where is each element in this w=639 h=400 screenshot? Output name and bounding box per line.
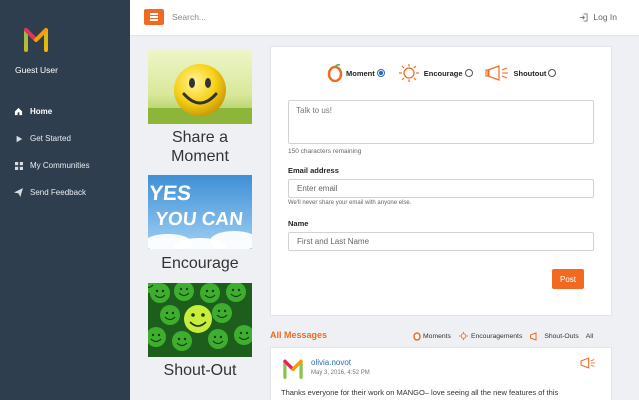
radio-shoutout[interactable] (548, 69, 557, 77)
message-filters: Moments Encouragements Shout-Outs All (413, 331, 600, 341)
mango-logo[interactable] (24, 26, 48, 52)
encourage-card[interactable]: YES YOU CAN Encourage (148, 175, 252, 273)
sun-icon (458, 331, 469, 341)
filter-all[interactable]: All (586, 333, 594, 340)
type-option-shoutout[interactable]: Shoutout (484, 65, 557, 81)
filter-shout-outs[interactable]: Shout-Outs (529, 331, 579, 341)
type-label: Moment (346, 68, 375, 78)
filter-encouragements[interactable]: Encouragements (458, 331, 522, 341)
card-label-line: Share a (171, 129, 229, 146)
sidebar-item-label: Home (30, 107, 53, 116)
hamburger-line (150, 16, 158, 18)
post-type-selector: Moment Encourage Shoutout (327, 63, 568, 83)
filter-label: Shout-Outs (544, 332, 579, 340)
filter-moments[interactable]: Moments (413, 331, 451, 341)
type-label: Encourage (423, 68, 463, 78)
moment-icon (327, 64, 343, 82)
megaphone-icon (530, 331, 537, 341)
email-help-text: We'll never share your email with anyone… (288, 200, 412, 206)
sidebar-nav: Home Get Started My Communities Send Fee… (0, 98, 130, 206)
card-label: Encourage (161, 255, 239, 272)
send-icon (14, 188, 23, 197)
name-field[interactable] (288, 232, 594, 251)
home-icon (14, 107, 23, 116)
sidebar-item-label: My Communities (30, 161, 90, 170)
message-text: Thanks everyone for their work on MANGO–… (281, 388, 559, 397)
sidebar-item-send-feedback[interactable]: Send Feedback (0, 179, 130, 206)
type-option-moment[interactable]: Moment (327, 64, 385, 82)
green-smileys-image (148, 283, 252, 357)
post-form-panel: Moment Encourage Shoutout Talk to us! 15… (270, 46, 612, 316)
post-button[interactable]: Post (552, 269, 584, 289)
message-card: olivia.novot May 3, 2016, 4:52 PM Thanks… (270, 347, 612, 400)
sidebar-item-label: Get Started (30, 134, 71, 143)
type-option-encourage[interactable]: Encourage (397, 63, 473, 83)
card-label: Shout-Out (163, 362, 237, 379)
play-icon (14, 134, 23, 143)
hamburger-line (150, 19, 158, 21)
sidebar-item-my-communities[interactable]: My Communities (0, 152, 130, 179)
radio-encourage[interactable] (464, 69, 473, 77)
search-input[interactable] (172, 8, 472, 26)
sidebar: Guest User Home Get Started My Communiti… (0, 0, 130, 400)
smiley-ball-image (148, 50, 252, 124)
moment-icon (413, 332, 421, 341)
user-name: Guest User (15, 65, 58, 75)
image-text-you-can: YOU CAN (154, 209, 244, 230)
login-label: Log In (593, 12, 617, 22)
sun-icon (398, 64, 419, 82)
yes-you-can-image: YES YOU CAN (148, 175, 252, 249)
email-label: Email address (288, 166, 339, 175)
hamburger-line (150, 13, 158, 15)
mango-avatar (283, 359, 303, 379)
email-field[interactable] (288, 179, 594, 198)
chars-remaining: 150 characters remaining (288, 148, 362, 155)
radio-moment[interactable] (376, 69, 385, 77)
card-column: Share a Moment YES YOU CAN Encourage Sho… (148, 50, 252, 380)
shout-out-card[interactable]: Shout-Out (148, 283, 252, 380)
message-date: May 3, 2016, 4:52 PM (311, 370, 370, 376)
all-messages-title: All Messages (270, 330, 328, 340)
sidebar-item-get-started[interactable]: Get Started (0, 125, 130, 152)
type-label: Shoutout (513, 68, 547, 78)
top-bar: Log In (130, 0, 639, 36)
login-icon (580, 12, 588, 22)
sidebar-item-label: Send Feedback (30, 188, 87, 197)
filter-label: Encouragements (470, 332, 523, 340)
card-label: Share a Moment (148, 128, 252, 166)
filter-label: Moments (423, 332, 451, 340)
sidebar-item-home[interactable]: Home (0, 98, 130, 125)
message-author[interactable]: olivia.novot (311, 358, 351, 367)
name-label: Name (288, 219, 309, 228)
megaphone-icon[interactable] (579, 357, 597, 369)
filter-label: All (585, 332, 594, 340)
grid-icon (14, 161, 23, 170)
login-link[interactable]: Log In (579, 12, 617, 22)
menu-toggle-button[interactable] (144, 9, 164, 25)
share-moment-card[interactable]: Share a Moment (148, 50, 252, 166)
image-text-yes: YES (148, 182, 192, 205)
megaphone-icon (484, 65, 508, 81)
message-textarea[interactable] (288, 100, 594, 144)
card-label-line: Moment (171, 148, 229, 165)
